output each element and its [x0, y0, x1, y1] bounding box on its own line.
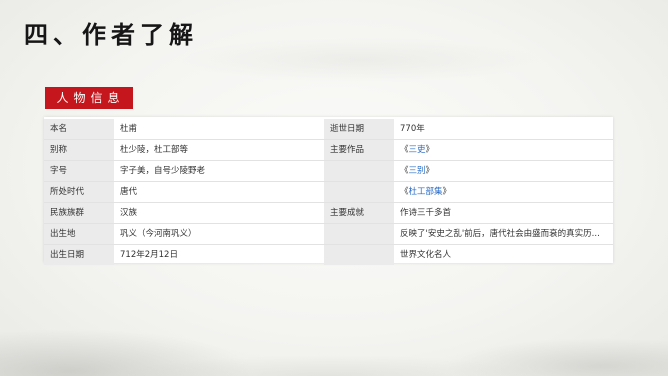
table-row: 出生日期 712年2月12日 世界文化名人 — [44, 245, 613, 265]
table-row: 本名 杜甫 逝世日期 770年 — [44, 119, 613, 139]
label-birth-date: 出生日期 — [44, 245, 114, 265]
section-header: 人物信息 — [45, 87, 133, 109]
value-major-works: 《杜工部集》 — [400, 187, 452, 197]
value-major-works: 《三别》 — [400, 166, 435, 176]
label-birthplace: 出生地 — [44, 224, 114, 244]
label-achievements: 主要成就 — [324, 203, 394, 223]
table-row: 民族族群 汉族 主要成就 作诗三千多首 — [44, 203, 613, 223]
value-era: 唐代 — [120, 187, 138, 197]
label-empty — [324, 182, 394, 202]
slide-title: 四、作者了解 — [24, 20, 198, 49]
value-ethnicity: 汉族 — [120, 208, 138, 218]
value-alias: 杜少陵，杜工部等 — [120, 145, 189, 155]
value-name: 杜甫 — [120, 124, 138, 134]
table-row: 所处时代 唐代 《杜工部集》 — [44, 182, 613, 202]
label-empty — [324, 161, 394, 181]
label-ethnicity: 民族族群 — [44, 203, 114, 223]
value-achievements: 作诗三千多首 — [400, 208, 452, 218]
info-table: 本名 杜甫 逝世日期 770年 别称 杜少陵，杜工部等 主要作品 《三吏》 字号… — [44, 117, 613, 265]
work-link-sanli[interactable]: 三吏 — [409, 145, 426, 155]
label-name: 本名 — [44, 119, 114, 139]
table-row: 字号 字子美，自号少陵野老 《三别》 — [44, 161, 613, 181]
table-row: 别称 杜少陵，杜工部等 主要作品 《三吏》 — [44, 140, 613, 160]
label-era: 所处时代 — [44, 182, 114, 202]
value-death-date: 770年 — [400, 124, 425, 134]
label-alias: 别称 — [44, 140, 114, 160]
label-empty — [324, 224, 394, 244]
ink-wash-bottom — [0, 266, 668, 376]
value-courtesy-name: 字子美，自号少陵野老 — [120, 166, 206, 176]
work-link-dugongbuji[interactable]: 杜工部集 — [409, 187, 443, 197]
label-courtesy-name: 字号 — [44, 161, 114, 181]
value-birthplace: 巩义（今河南巩义） — [120, 229, 197, 239]
value-achievements: 世界文化名人 — [400, 250, 452, 260]
table-row: 出生地 巩义（今河南巩义） 反映了'安史之乱'前后，唐代社会由盛而衰的真实历..… — [44, 224, 613, 244]
label-empty — [324, 245, 394, 265]
value-achievements: 反映了'安史之乱'前后，唐代社会由盛而衰的真实历... — [400, 229, 600, 239]
value-birth-date: 712年2月12日 — [120, 250, 178, 260]
work-link-sanbie[interactable]: 三别 — [409, 166, 426, 176]
value-major-works: 《三吏》 — [400, 145, 435, 155]
label-major-works: 主要作品 — [324, 140, 394, 160]
label-death-date: 逝世日期 — [324, 119, 394, 139]
